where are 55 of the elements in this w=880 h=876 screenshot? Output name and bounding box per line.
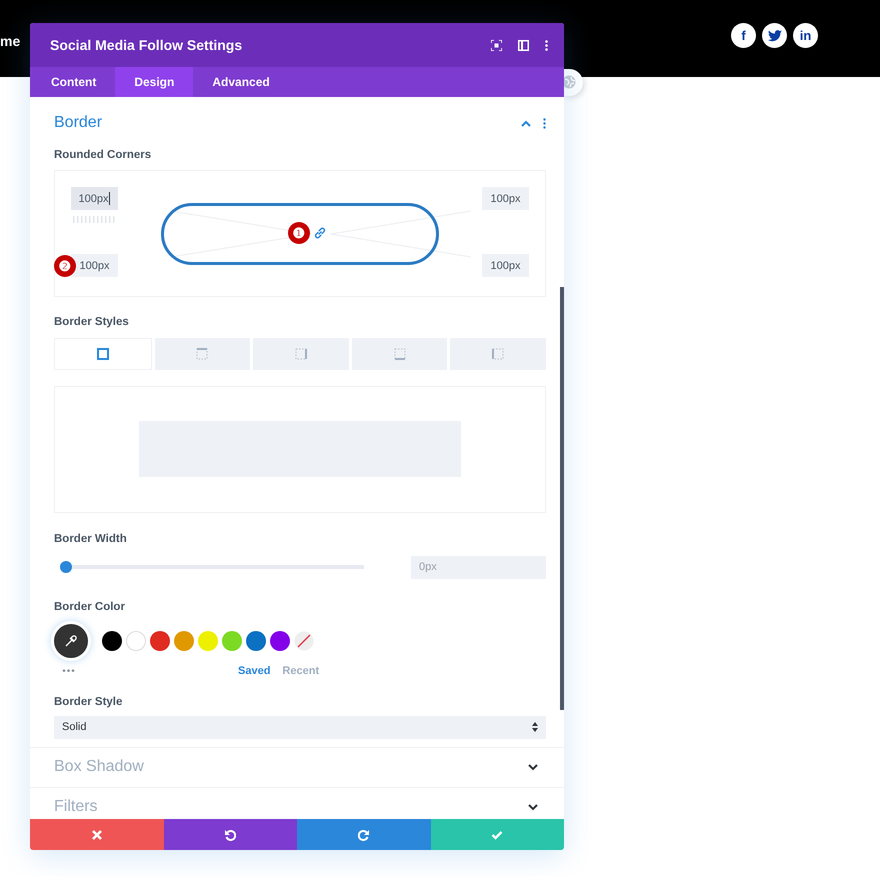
marker-badge: ❷ bbox=[54, 255, 76, 278]
color-swatch[interactable] bbox=[174, 631, 194, 651]
sort-arrows-icon bbox=[532, 722, 538, 732]
corner-input[interactable]: 100px bbox=[71, 187, 118, 210]
no-color-swatch[interactable] bbox=[294, 631, 314, 651]
redo-icon bbox=[358, 828, 370, 840]
border-side-icon bbox=[195, 346, 210, 360]
corner-input[interactable]: 100px bbox=[482, 187, 529, 210]
social-link[interactable]: in bbox=[793, 23, 818, 48]
slider-thumb[interactable] bbox=[60, 561, 72, 574]
bird-icon[interactable] bbox=[762, 23, 787, 48]
style-select[interactable]: Solid bbox=[54, 716, 546, 739]
kebab-icon[interactable] bbox=[545, 40, 548, 50]
chevron-up-icon[interactable] bbox=[521, 120, 531, 126]
color-swatch[interactable] bbox=[198, 631, 218, 651]
color-swatch[interactable] bbox=[126, 631, 146, 651]
corner-input[interactable]: 100px bbox=[482, 254, 529, 278]
border-side-icon bbox=[392, 346, 407, 360]
link-icon[interactable] bbox=[313, 226, 327, 240]
undo-icon bbox=[224, 828, 236, 840]
border-side-icon bbox=[491, 346, 506, 360]
field-label: Border Width bbox=[54, 532, 128, 546]
more-icon[interactable]: ••• bbox=[54, 664, 84, 679]
kebab-icon[interactable] bbox=[543, 118, 546, 128]
color-swatch[interactable] bbox=[222, 631, 242, 651]
width-input[interactable]: 0px bbox=[411, 556, 546, 579]
scrollbar[interactable] bbox=[560, 287, 564, 710]
eyedropper-button[interactable] bbox=[54, 624, 88, 658]
world-icon[interactable] bbox=[564, 69, 583, 96]
color-swatch[interactable] bbox=[102, 631, 122, 651]
marker-badge: ❶ bbox=[288, 222, 310, 244]
color-swatch[interactable] bbox=[246, 631, 266, 651]
field-label: Rounded Corners bbox=[54, 148, 152, 163]
check-icon bbox=[491, 828, 504, 840]
color-swatch[interactable] bbox=[270, 631, 290, 651]
columns-icon[interactable] bbox=[518, 40, 529, 50]
social-link[interactable]: f bbox=[731, 23, 756, 48]
close-icon bbox=[90, 828, 103, 840]
field-label: Border Styles bbox=[54, 315, 130, 330]
palette-tab[interactable]: Saved bbox=[238, 663, 270, 680]
header-text: me bbox=[0, 32, 20, 51]
border-side-tab[interactable] bbox=[54, 338, 152, 370]
tab[interactable]: Advanced bbox=[193, 67, 289, 97]
corner-input[interactable]: 100px bbox=[71, 254, 118, 278]
border-side-icon bbox=[294, 346, 308, 360]
tab[interactable]: Design bbox=[115, 67, 194, 97]
section-title[interactable]: Border bbox=[54, 111, 521, 135]
field-label: Border Style bbox=[54, 694, 124, 710]
modal-title: Social Media Follow Settings bbox=[50, 36, 244, 55]
border-side-icon bbox=[96, 346, 110, 360]
color-swatch[interactable] bbox=[150, 631, 170, 651]
fullscreen-icon[interactable] bbox=[491, 40, 502, 50]
tab[interactable]: Content bbox=[32, 67, 116, 97]
eyedropper-icon bbox=[64, 634, 78, 648]
field-label: Border Color bbox=[54, 600, 126, 615]
